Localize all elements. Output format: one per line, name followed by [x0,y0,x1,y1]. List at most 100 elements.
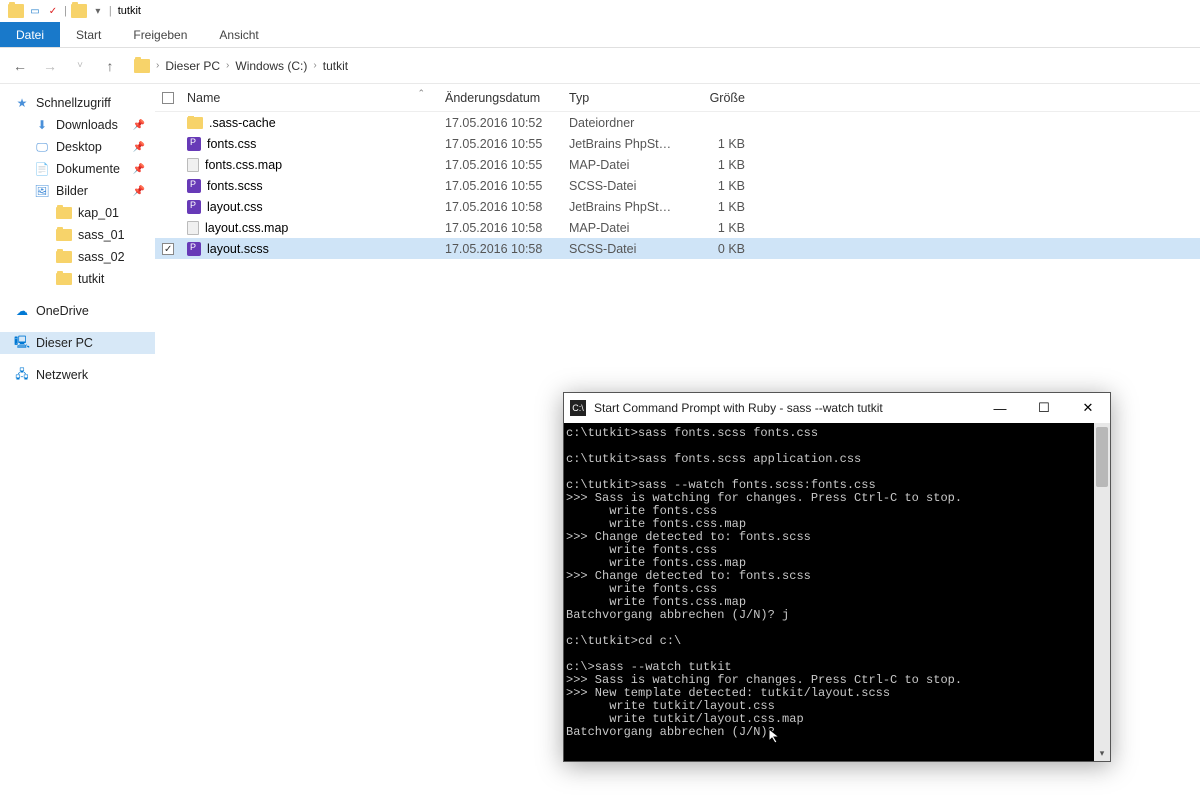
cell-name[interactable]: .sass-cache [181,116,439,130]
scroll-thumb[interactable] [1096,427,1108,487]
cell-date: 17.05.2016 10:58 [439,221,563,235]
close-button[interactable]: ✕ [1066,393,1110,423]
sidebar-this-pc[interactable]: 🖳 Dieser PC [0,332,155,354]
cell-size: 1 KB [679,200,751,214]
column-size[interactable]: Größe [679,84,751,111]
phpstorm-file-icon [187,137,201,151]
pin-icon: 📌 [133,142,145,153]
terminal-output[interactable]: c:\tutkit>sass fonts.scss fonts.css c:\t… [564,423,1094,761]
cell-type: JetBrains PhpStorm [563,200,679,214]
item-icon: ⬇ [34,117,50,133]
file-name: fonts.scss [207,179,263,193]
scrollbar[interactable]: ▴ ▾ [1094,423,1110,761]
nav-forward-button[interactable]: → [38,54,62,78]
folder-icon [56,229,72,241]
cell-name[interactable]: layout.scss [181,242,439,256]
command-prompt-window[interactable]: C:\ Start Command Prompt with Ruby - sas… [563,392,1111,762]
sidebar-item[interactable]: tutkit [0,268,155,290]
sidebar-item[interactable]: 🖵Desktop📌 [0,136,155,158]
sidebar-item-label: kap_01 [78,206,119,220]
window-controls: — ☐ ✕ [978,393,1110,423]
cell-type: Dateiordner [563,116,679,130]
column-headers: Name⌃ Änderungsdatum Typ Größe [155,84,1200,112]
scroll-down-icon[interactable]: ▾ [1094,745,1110,761]
cell-type: MAP-Datei [563,221,679,235]
chevron-right-icon[interactable]: › [313,60,316,71]
cell-name[interactable]: layout.css [181,200,439,214]
folder-icon [8,4,24,18]
file-row[interactable]: fonts.css17.05.2016 10:55JetBrains PhpSt… [155,133,1200,154]
pc-icon: 🖳 [14,335,30,351]
column-checkbox[interactable] [155,84,181,111]
qat-dropdown-icon[interactable]: ▾ [91,4,105,18]
sidebar-item[interactable]: ⬇Downloads📌 [0,114,155,136]
breadcrumb-bar[interactable]: › Dieser PC › Windows (C:) › tutkit [128,57,354,75]
file-name: fonts.css.map [205,158,282,172]
quick-access-toolbar: ▭ ✓ | ▾ | [8,4,112,18]
file-row[interactable]: layout.scss17.05.2016 10:58SCSS-Datei0 K… [155,238,1200,259]
sidebar-item-label: sass_01 [78,228,125,242]
cell-date: 17.05.2016 10:55 [439,179,563,193]
sidebar-label: Netzwerk [36,368,88,382]
sidebar-item[interactable]: 🖼Bilder📌 [0,180,155,202]
file-row[interactable]: layout.css17.05.2016 10:58JetBrains PhpS… [155,196,1200,217]
nav-back-button[interactable]: ← [8,54,32,78]
breadcrumb-segment[interactable]: Windows (C:) [235,59,307,73]
file-row[interactable]: layout.css.map17.05.2016 10:58MAP-Datei1… [155,217,1200,238]
sidebar-item-label: Downloads [56,118,118,132]
checkbox-icon[interactable] [162,243,174,255]
cell-type: JetBrains PhpStorm [563,137,679,151]
chevron-right-icon[interactable]: › [226,60,229,71]
sidebar-network[interactable]: 🖧 Netzwerk [0,364,155,386]
breadcrumb-segment[interactable]: tutkit [323,59,348,73]
cell-date: 17.05.2016 10:55 [439,137,563,151]
cmd-body-wrap: c:\tutkit>sass fonts.scss fonts.css c:\t… [564,423,1110,761]
ribbon-tab-ansicht[interactable]: Ansicht [203,22,274,47]
nav-recent-dropdown[interactable]: ˅ [68,54,92,78]
maximize-button[interactable]: ☐ [1022,393,1066,423]
qat-properties-icon[interactable]: ▭ [28,4,42,18]
cell-name[interactable]: fonts.css [181,137,439,151]
file-icon [187,158,199,172]
qat-check-icon[interactable]: ✓ [46,4,60,18]
phpstorm-file-icon [187,179,201,193]
sidebar-label: OneDrive [36,304,89,318]
folder-icon [56,273,72,285]
chevron-right-icon[interactable]: › [156,60,159,71]
cell-size: 1 KB [679,179,751,193]
sidebar-onedrive[interactable]: ☁ OneDrive [0,300,155,322]
nav-up-button[interactable]: ↑ [98,54,122,78]
ribbon-tab-datei[interactable]: Datei [0,22,60,47]
breadcrumb-segment[interactable]: Dieser PC [165,59,220,73]
cell-name[interactable]: fonts.scss [181,179,439,193]
cell-name[interactable]: fonts.css.map [181,158,439,172]
minimize-button[interactable]: — [978,393,1022,423]
sidebar-item-label: Bilder [56,184,88,198]
cell-date: 17.05.2016 10:58 [439,242,563,256]
row-checkbox[interactable] [155,243,181,255]
navigation-sidebar: ★ Schnellzugriff ⬇ Downloads 📌🖵Desktop📌📄Do… [0,84,155,800]
cloud-icon: ☁ [14,303,30,319]
sidebar-item-label: sass_02 [78,250,125,264]
sidebar-item[interactable]: 📄Dokumente📌 [0,158,155,180]
terminal-icon: C:\ [570,400,586,416]
column-type[interactable]: Typ [563,84,679,111]
column-date[interactable]: Änderungsdatum [439,84,563,111]
column-name[interactable]: Name⌃ [181,84,439,111]
cmd-titlebar[interactable]: C:\ Start Command Prompt with Ruby - sas… [564,393,1110,423]
file-name: layout.scss [207,242,269,256]
sidebar-item[interactable]: sass_02 [0,246,155,268]
ribbon-tab-freigeben[interactable]: Freigeben [117,22,203,47]
sidebar-item[interactable]: sass_01 [0,224,155,246]
ribbon-tab-start[interactable]: Start [60,22,117,47]
cell-name[interactable]: layout.css.map [181,221,439,235]
file-row[interactable]: .sass-cache17.05.2016 10:52Dateiordner [155,112,1200,133]
sidebar-quickaccess[interactable]: ★ Schnellzugriff [0,92,155,114]
file-row[interactable]: fonts.css.map17.05.2016 10:55MAP-Datei1 … [155,154,1200,175]
checkbox-icon[interactable] [162,92,174,104]
phpstorm-file-icon [187,200,201,214]
separator: | [64,5,67,17]
sidebar-item[interactable]: kap_01 [0,202,155,224]
item-icon [34,249,50,265]
file-row[interactable]: fonts.scss17.05.2016 10:55SCSS-Datei1 KB [155,175,1200,196]
